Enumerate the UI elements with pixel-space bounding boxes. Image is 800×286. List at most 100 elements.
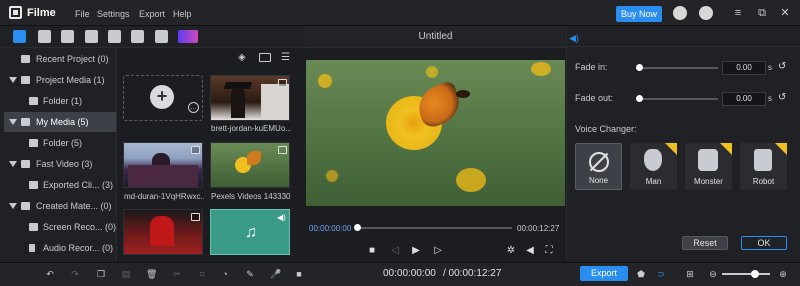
close-icon[interactable]: ✕ — [778, 6, 792, 20]
fullscreen-icon[interactable]: ⛶ — [543, 245, 555, 257]
app-name: Filme — [27, 7, 56, 19]
settings-gear-icon[interactable]: ✲ — [505, 245, 517, 257]
sidebar-item-screen-recording[interactable]: Screen Reco... (0) — [0, 217, 117, 237]
zoom-out-icon[interactable]: ⊖ — [708, 269, 718, 279]
sidebar-item-project-media[interactable]: Project Media (1) — [0, 70, 117, 90]
media-tab-icon[interactable] — [13, 30, 26, 43]
total-time: 00:00:12:27 — [517, 224, 560, 233]
menu-icon[interactable]: ≡ — [731, 6, 745, 20]
copy-icon[interactable]: ❐ — [96, 269, 106, 279]
export-label: Export — [590, 268, 617, 278]
voice-man[interactable]: Man — [630, 143, 677, 190]
fade-out-label: Fade out: — [575, 93, 614, 103]
sidebar-item-audio-recording[interactable]: Audio Recor... (0) — [0, 238, 117, 258]
layers-icon[interactable]: ◈ — [238, 52, 249, 63]
timeline-total-time: / 00:00:12:27 — [443, 268, 502, 279]
effects-tab-icon[interactable] — [38, 30, 51, 43]
menu-export[interactable]: Export — [139, 9, 165, 19]
volume-icon[interactable]: ◀ — [524, 245, 536, 257]
zoom-slider[interactable] — [722, 273, 770, 275]
man-icon — [644, 149, 662, 171]
preview-title: Untitled — [305, 26, 566, 48]
transition-tab-icon[interactable] — [178, 30, 198, 43]
stop-icon[interactable]: ■ — [366, 245, 378, 257]
undo-icon[interactable]: ↶ — [45, 269, 55, 279]
voice-none[interactable]: None — [575, 143, 622, 190]
voice-monster[interactable]: Monster — [685, 143, 732, 190]
vip-badge-icon — [720, 143, 732, 155]
export-button[interactable]: Export — [580, 266, 628, 281]
fade-in-unit: s — [768, 63, 772, 72]
sidebar-item-created-materials[interactable]: Created Mate... (0) — [0, 196, 117, 216]
ok-button[interactable]: OK — [741, 236, 787, 250]
image-icon — [191, 213, 200, 221]
video-preview[interactable] — [306, 60, 565, 206]
music-note-icon: ♫ — [245, 224, 257, 241]
monster-icon — [698, 149, 718, 171]
buy-now-button[interactable]: Buy Now — [616, 6, 662, 22]
play-icon[interactable]: ▶ — [410, 245, 422, 257]
audio-tab-icon[interactable]: ◀) — [569, 33, 579, 43]
sidebar-item-my-media[interactable]: My Media (5) — [4, 112, 116, 132]
emoji-tab-icon[interactable] — [85, 30, 98, 43]
grid-view-icon[interactable] — [259, 53, 271, 62]
marker-icon[interactable]: ⬟ — [636, 269, 646, 279]
stickers-tab-icon[interactable] — [61, 30, 74, 43]
image-icon — [278, 79, 287, 87]
fade-in-reset-icon[interactable]: ↺ — [778, 61, 786, 72]
fade-in-slider[interactable] — [638, 67, 718, 69]
audio-icon: ◀) — [277, 213, 286, 222]
snap-icon[interactable]: ⊃ — [656, 269, 666, 279]
delete-icon[interactable]: 🗑 — [146, 269, 157, 279]
more-icon[interactable]: … — [188, 102, 199, 113]
progress-handle[interactable] — [354, 224, 361, 231]
plus-icon[interactable]: + — [150, 85, 174, 109]
sidebar-item-project-folder[interactable]: Folder (1) — [0, 91, 117, 111]
reset-button[interactable]: Reset — [682, 236, 728, 250]
image-icon — [191, 146, 200, 154]
menu-help[interactable]: Help — [173, 9, 192, 19]
redo-icon[interactable]: ↷ — [70, 269, 80, 279]
mail-icon[interactable] — [699, 6, 713, 20]
crop-icon[interactable]: ⌗ — [197, 269, 207, 279]
timeline-current-time: 00:00:00:00 — [383, 268, 436, 279]
media-label: brett-jordan-kuEMUo... — [211, 124, 291, 133]
account-icon[interactable] — [673, 6, 687, 20]
fade-out-reset-icon[interactable]: ↺ — [778, 92, 786, 103]
restore-icon[interactable]: ⧉ — [755, 6, 769, 20]
filme-logo-icon — [9, 6, 22, 19]
edit-icon[interactable]: ✎ — [245, 269, 255, 279]
prev-frame-icon[interactable]: ◁ — [389, 245, 401, 257]
voice-changer-label: Voice Changer: — [575, 124, 637, 134]
current-time: 00:00:00:00 — [309, 224, 352, 233]
split-icon[interactable]: ✂ — [172, 269, 182, 279]
zoom-handle[interactable] — [751, 270, 759, 278]
sidebar-item-recent-project[interactable]: Recent Project (0) — [0, 49, 117, 69]
fade-out-slider[interactable] — [638, 98, 718, 100]
fade-out-value[interactable]: 0.00 — [722, 92, 766, 106]
music-tab-icon[interactable] — [155, 30, 168, 43]
filter-tab-icon[interactable] — [108, 30, 121, 43]
record-icon[interactable]: ■ — [294, 269, 304, 279]
speed-icon[interactable]: ◔ — [220, 269, 230, 279]
zoom-in-icon[interactable]: ⊕ — [778, 269, 788, 279]
mic-icon[interactable]: 🎤 — [270, 269, 281, 279]
media-label: Pexels Videos 1433307 — [211, 192, 291, 201]
text-tab-icon[interactable] — [131, 30, 144, 43]
sidebar-item-fast-video[interactable]: Fast Video (3) — [0, 154, 117, 174]
robot-icon — [754, 149, 772, 171]
fade-out-handle[interactable] — [636, 95, 643, 102]
menu-settings[interactable]: Settings — [97, 9, 130, 19]
voice-robot[interactable]: Robot — [740, 143, 787, 190]
menu-file[interactable]: File — [75, 9, 90, 19]
paste-icon[interactable]: ▤ — [121, 269, 131, 279]
fit-icon[interactable]: ⊞ — [685, 269, 695, 279]
fade-in-handle[interactable] — [636, 64, 643, 71]
fade-in-label: Fade in: — [575, 62, 608, 72]
sidebar-item-exported-clips[interactable]: Exported Cli... (3) — [0, 175, 117, 195]
sort-icon[interactable]: ☰ — [281, 52, 292, 63]
progress-bar[interactable] — [356, 227, 512, 229]
next-frame-icon[interactable]: ▷ — [432, 245, 444, 257]
fade-in-value[interactable]: 0.00 — [722, 61, 766, 75]
sidebar-item-my-media-folder[interactable]: Folder (5) — [0, 133, 117, 153]
